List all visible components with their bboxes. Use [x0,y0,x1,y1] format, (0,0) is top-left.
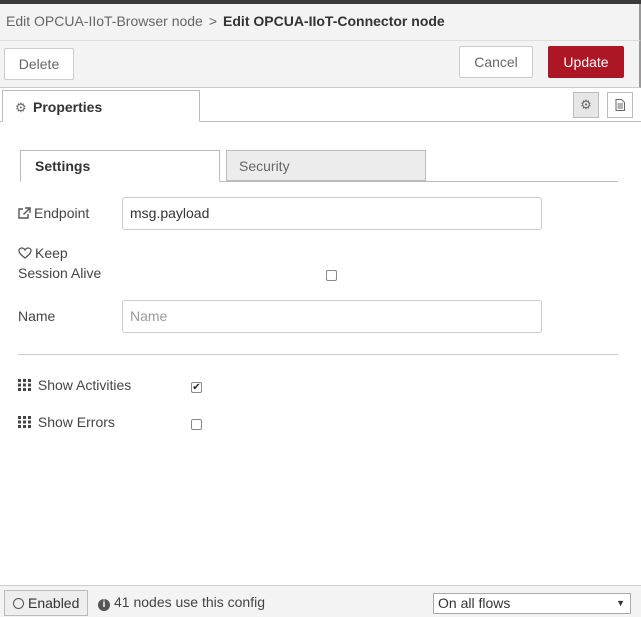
grid-icon [18,414,35,430]
chevron-down-icon: ▼ [616,598,625,608]
update-button[interactable]: Update [548,46,624,78]
show-errors-checkbox[interactable] [191,419,202,430]
document-icon [615,99,625,111]
config-usage: i 41 nodes use this config [98,594,265,611]
config-usage-text: 41 nodes use this config [114,594,265,610]
node-description-button[interactable] [607,92,633,118]
enabled-label: Enabled [28,595,80,611]
info-icon: i [98,599,110,611]
name-label: Name [18,308,56,324]
breadcrumb-separator: > [208,13,218,29]
external-link-icon [18,207,31,219]
show-activities-checkbox[interactable]: ✔ [191,382,202,393]
show-activities-label: Show Activities [37,377,132,393]
dialog-toolbar: Delete Cancel Update [0,41,641,88]
enabled-toggle-button[interactable]: Enabled [4,590,88,616]
keep-alive-checkbox[interactable] [326,270,337,281]
breadcrumb: Edit OPCUA-IIoT-Browser node > Edit OPCUA-… [6,13,445,29]
scope-select[interactable]: On all flows ▼ [433,593,631,614]
scope-select-value: On all flows [438,595,511,611]
circle-icon [13,598,24,609]
section-divider [18,354,618,355]
gear-icon: ⚙ [15,100,27,115]
breadcrumb-current: Edit OPCUA-IIoT-Connector node [223,13,445,29]
endpoint-input[interactable]: msg.payload [122,197,542,230]
node-settings-button[interactable]: ⚙ [573,92,599,118]
properties-tab-bar: ⚙ Properties ⚙ [0,88,641,122]
config-subtabs: Settings Security [20,150,618,182]
dialog-footer: Enabled i 41 nodes use this config On all… [0,585,641,617]
grid-icon [18,377,35,393]
dialog-header: Edit OPCUA-IIoT-Browser node > Edit OPCUA-… [0,4,641,41]
tab-properties-label: Properties [33,99,103,115]
delete-button[interactable]: Delete [4,48,74,80]
show-activities-label-row: Show Activities [18,377,131,393]
gear-icon: ⚙ [580,97,592,112]
breadcrumb-parent-link[interactable]: Edit OPCUA-IIoT-Browser node [6,13,203,29]
heart-icon [18,247,32,259]
keep-alive-label-line1: Keep [18,245,68,261]
tab-settings[interactable]: Settings [20,150,220,182]
tab-security[interactable]: Security [226,150,426,181]
name-input[interactable]: Name [122,300,542,333]
endpoint-label-row: Endpoint [18,205,89,221]
endpoint-label: Endpoint [34,205,90,221]
show-errors-label-row: Show Errors [18,414,115,430]
keep-alive-label: Keep [35,245,68,261]
tab-properties[interactable]: ⚙ Properties [2,90,200,122]
cancel-button[interactable]: Cancel [459,46,533,78]
show-errors-label: Show Errors [37,414,115,430]
keep-alive-label-line2: Session Alive [18,265,102,281]
